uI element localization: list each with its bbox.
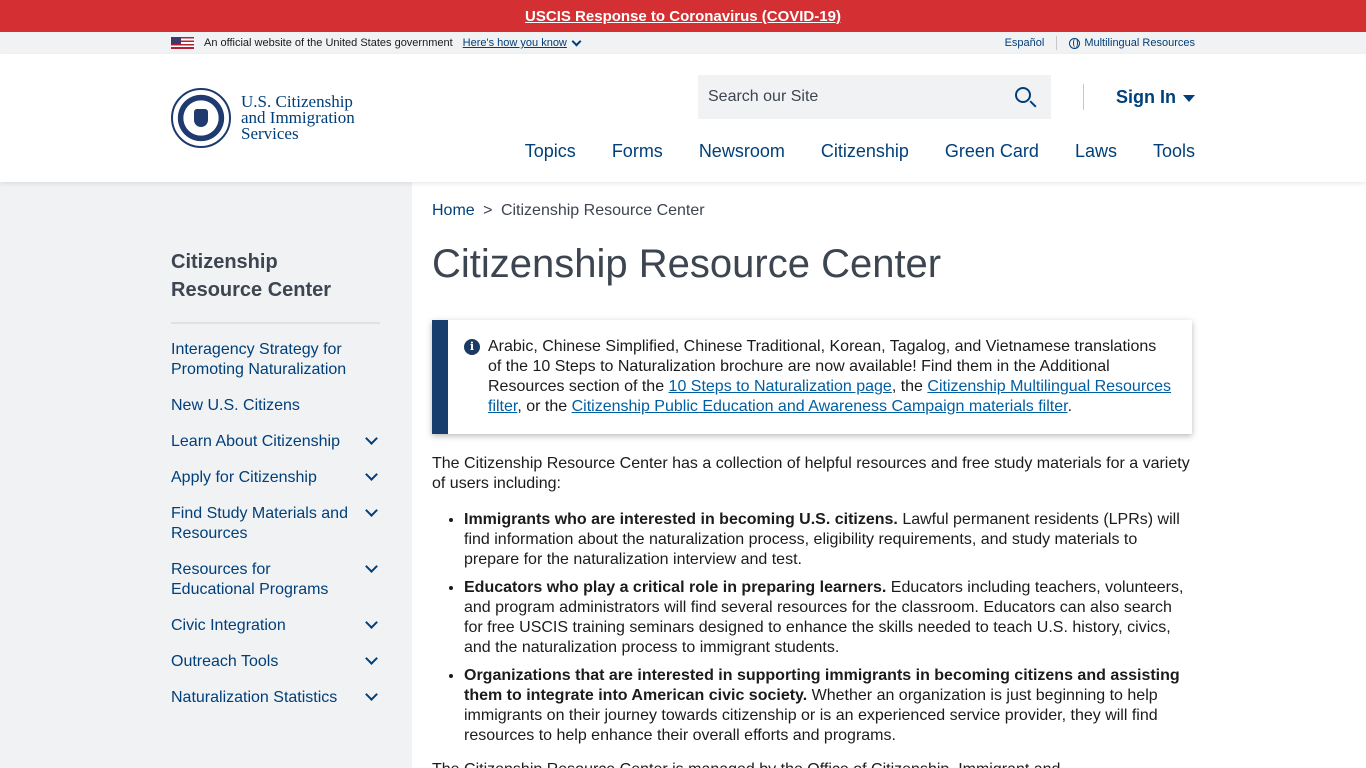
covid-alert-bar: USCIS Response to Coronavirus (COVID-19) xyxy=(0,0,1366,32)
nav-forms[interactable]: Forms xyxy=(612,141,663,162)
nav-tools[interactable]: Tools xyxy=(1153,141,1195,162)
sidebar-item-civic-integration[interactable]: Civic Integration xyxy=(171,616,380,636)
main-content: Home > Citizenship Resource Center Citiz… xyxy=(412,182,1192,768)
logo-text: U.S. Citizenship and Immigration Service… xyxy=(241,93,355,143)
covid-alert-link[interactable]: USCIS Response to Coronavirus (COVID-19) xyxy=(525,8,841,25)
chevron-down-icon[interactable] xyxy=(365,560,378,573)
chevron-down-icon[interactable] xyxy=(365,504,378,517)
dhs-seal-icon xyxy=(171,88,231,148)
sidebar-title[interactable]: Citizenship Resource Center xyxy=(171,248,371,304)
sidebar-item-new-citizens[interactable]: New U.S. Citizens xyxy=(171,396,380,416)
sidebar-item-educational-programs[interactable]: Resources for Educational Programs xyxy=(171,560,380,600)
sidebar-item-label: Outreach Tools xyxy=(171,653,279,670)
site-search xyxy=(698,75,1051,119)
sidebar-item-label: Interagency Strategy for Promoting Natur… xyxy=(171,341,347,378)
nav-green-card[interactable]: Green Card xyxy=(945,141,1039,162)
list-item-bold: Educators who play a critical role in pr… xyxy=(464,579,887,596)
sidebar-item-label: Apply for Citizenship xyxy=(171,469,317,486)
sign-in-label: Sign In xyxy=(1116,87,1176,107)
ten-steps-link[interactable]: 10 Steps to Naturalization page xyxy=(669,378,892,395)
sidebar: Citizenship Resource Center Interagency … xyxy=(0,182,412,768)
gov-banner: An official website of the United States… xyxy=(0,32,1366,54)
nav-citizenship[interactable]: Citizenship xyxy=(821,141,909,162)
chevron-down-icon[interactable] xyxy=(365,468,378,481)
sidebar-item-label: Naturalization Statistics xyxy=(171,689,338,706)
page-title: Citizenship Resource Center xyxy=(432,242,942,286)
breadcrumb: Home > Citizenship Resource Center xyxy=(432,202,1192,220)
breadcrumb-home-link[interactable]: Home xyxy=(432,202,475,219)
sidebar-item-interagency-strategy[interactable]: Interagency Strategy for Promoting Natur… xyxy=(171,340,380,380)
breadcrumb-current: Citizenship Resource Center xyxy=(500,202,705,219)
list-item: Organizations that are interested in sup… xyxy=(464,666,1194,746)
header-divider xyxy=(1083,84,1084,110)
nav-topics[interactable]: Topics xyxy=(525,141,576,162)
site-header: U.S. Citizenship and Immigration Service… xyxy=(0,54,1366,182)
chevron-down-icon[interactable] xyxy=(365,688,378,701)
heres-how-you-know-link[interactable]: Here's how you know xyxy=(463,37,567,49)
sidebar-item-apply-for-citizenship[interactable]: Apply for Citizenship xyxy=(171,468,380,488)
logo-line-3: Services xyxy=(241,124,299,143)
campaign-materials-link[interactable]: Citizenship Public Education and Awarene… xyxy=(572,398,1068,415)
sidebar-item-label: Find Study Materials and Resources xyxy=(171,505,348,542)
chevron-down-icon[interactable] xyxy=(365,432,378,445)
uscis-logo[interactable]: U.S. Citizenship and Immigration Service… xyxy=(171,88,355,148)
managed-by-paragraph: The Citizenship Resource Center is manag… xyxy=(432,760,1192,768)
info-notice: i Arabic, Chinese Simplified, Chinese Tr… xyxy=(432,320,1192,434)
sidebar-item-label: Learn About Citizenship xyxy=(171,433,340,450)
content-wrap: Citizenship Resource Center Interagency … xyxy=(0,182,1366,768)
notice-text: Arabic, Chinese Simplified, Chinese Trad… xyxy=(488,337,1174,417)
sidebar-item-label: Resources for Educational Programs xyxy=(171,561,329,598)
notice-text-4: . xyxy=(1067,398,1073,415)
intro-paragraph: The Citizenship Resource Center has a co… xyxy=(432,455,1190,492)
sidebar-item-label: New U.S. Citizens xyxy=(171,397,300,414)
audience-list: Immigrants who are interested in becomin… xyxy=(432,510,1194,746)
sidebar-item-naturalization-statistics[interactable]: Naturalization Statistics xyxy=(171,688,380,708)
us-flag-icon xyxy=(171,37,194,49)
list-item: Educators who play a critical role in pr… xyxy=(464,578,1194,658)
sidebar-item-study-materials[interactable]: Find Study Materials and Resources xyxy=(171,504,380,544)
sidebar-item-learn-about-citizenship[interactable]: Learn About Citizenship xyxy=(171,432,380,452)
caret-down-icon xyxy=(1183,95,1195,102)
notice-text-3: , or the xyxy=(517,398,572,415)
notice-text-2: , the xyxy=(891,378,928,395)
sidebar-item-outreach-tools[interactable]: Outreach Tools xyxy=(171,652,380,672)
chevron-down-icon[interactable] xyxy=(571,36,582,46)
divider xyxy=(1056,36,1058,50)
info-icon: i xyxy=(464,339,480,355)
list-item-bold: Immigrants who are interested in becomin… xyxy=(464,511,898,528)
nav-newsroom[interactable]: Newsroom xyxy=(699,141,785,162)
list-item: Immigrants who are interested in becomin… xyxy=(464,510,1194,570)
search-icon[interactable] xyxy=(1015,87,1031,103)
multilingual-resources-link[interactable]: Multilingual Resources xyxy=(1084,37,1195,49)
sign-in-button[interactable]: Sign In xyxy=(1116,87,1195,108)
espanol-link[interactable]: Español xyxy=(1005,37,1045,49)
globe-icon xyxy=(1069,37,1081,49)
nav-laws[interactable]: Laws xyxy=(1075,141,1117,162)
sidebar-divider xyxy=(171,322,380,324)
breadcrumb-separator: > xyxy=(483,202,493,219)
official-site-text: An official website of the United States… xyxy=(204,37,453,49)
search-input[interactable] xyxy=(708,88,1008,106)
sidebar-item-label: Civic Integration xyxy=(171,617,286,634)
chevron-down-icon[interactable] xyxy=(365,652,378,665)
main-nav: Topics Forms Newsroom Citizenship Green … xyxy=(489,141,1195,162)
chevron-down-icon[interactable] xyxy=(365,616,378,629)
